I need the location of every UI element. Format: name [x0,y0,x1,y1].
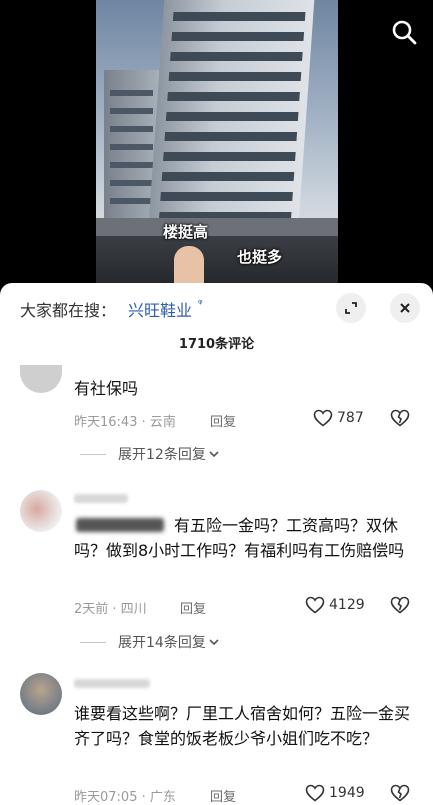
heart-icon [313,409,333,427]
reply-button[interactable]: 回复 [210,411,236,430]
close-icon [400,303,410,313]
divider-line [80,453,106,455]
avatar[interactable] [20,490,62,532]
heart-icon [305,596,325,614]
chevron-down-icon [209,451,219,458]
comment-meta: 昨天16:43 · 云南 [74,415,176,430]
avatar[interactable] [20,365,62,393]
reply-button[interactable]: 回复 [180,598,206,617]
comment-count: 1710条评论 [178,337,255,352]
comment-meta: 昨天07:05 · 广东 [74,790,176,805]
expand-replies-button[interactable]: 展开14条回复 [80,632,220,652]
building-canopy [96,218,338,236]
video-caption-1: 楼挺高 [163,223,209,241]
comment-meta: 2天前 · 四川 [74,602,147,617]
comment-text: 有五险一金吗？工资高吗？双休吗？做到8小时工作吗？有福利吗有工伤赔偿吗 [74,516,405,560]
like-count: 4129 [329,597,365,613]
username-blurred [74,679,150,688]
expand-replies-label: 展开12条回复 [118,447,206,463]
chevron-down-icon [209,639,219,646]
like-count: 787 [337,410,364,426]
comment-panel: 大家都在搜： 兴旺鞋业 ᵠ 1710条评论 有社保吗 昨天16:43 · 云南 … [0,283,433,805]
like-button[interactable]: 1949 [305,784,365,802]
heart-icon [305,784,325,802]
like-button[interactable]: 787 [313,409,364,427]
username-blurred [74,494,128,503]
search-suggest-prefix: 大家都在搜： [20,301,117,320]
comment-text: 谁要看这些啊？厂里工人宿舍如何？五险一金买齐了吗？食堂的饭老板少爷小姐们吃不吃？ [74,704,411,748]
reply-button[interactable]: 回复 [210,786,236,805]
expand-replies-label: 展开14条回复 [118,635,206,651]
search-suggest-keyword[interactable]: 兴旺鞋业 [128,297,192,321]
broken-heart-icon[interactable] [390,784,410,802]
close-button[interactable] [390,293,420,323]
comment-text: 有社保吗 [74,379,139,398]
video-frame [96,0,338,295]
expand-replies-button[interactable]: 展开12条回复 [80,444,220,464]
divider-line [80,641,106,643]
like-count: 1949 [329,785,365,801]
avatar[interactable] [20,673,62,715]
broken-heart-icon[interactable] [390,596,410,614]
like-button[interactable]: 4129 [305,596,365,614]
video-caption-2: 也挺多 [237,248,283,266]
search-button[interactable] [388,16,420,48]
broken-heart-icon[interactable] [390,409,410,427]
video-area[interactable]: 楼挺高 也挺多 [0,0,433,295]
panel-header: 大家都在搜： 兴旺鞋业 ᵠ [0,283,433,331]
search-icon [392,20,417,45]
expand-icon [345,302,357,314]
keyword-search-icon: ᵠ [198,297,203,310]
expand-button[interactable] [336,293,366,323]
